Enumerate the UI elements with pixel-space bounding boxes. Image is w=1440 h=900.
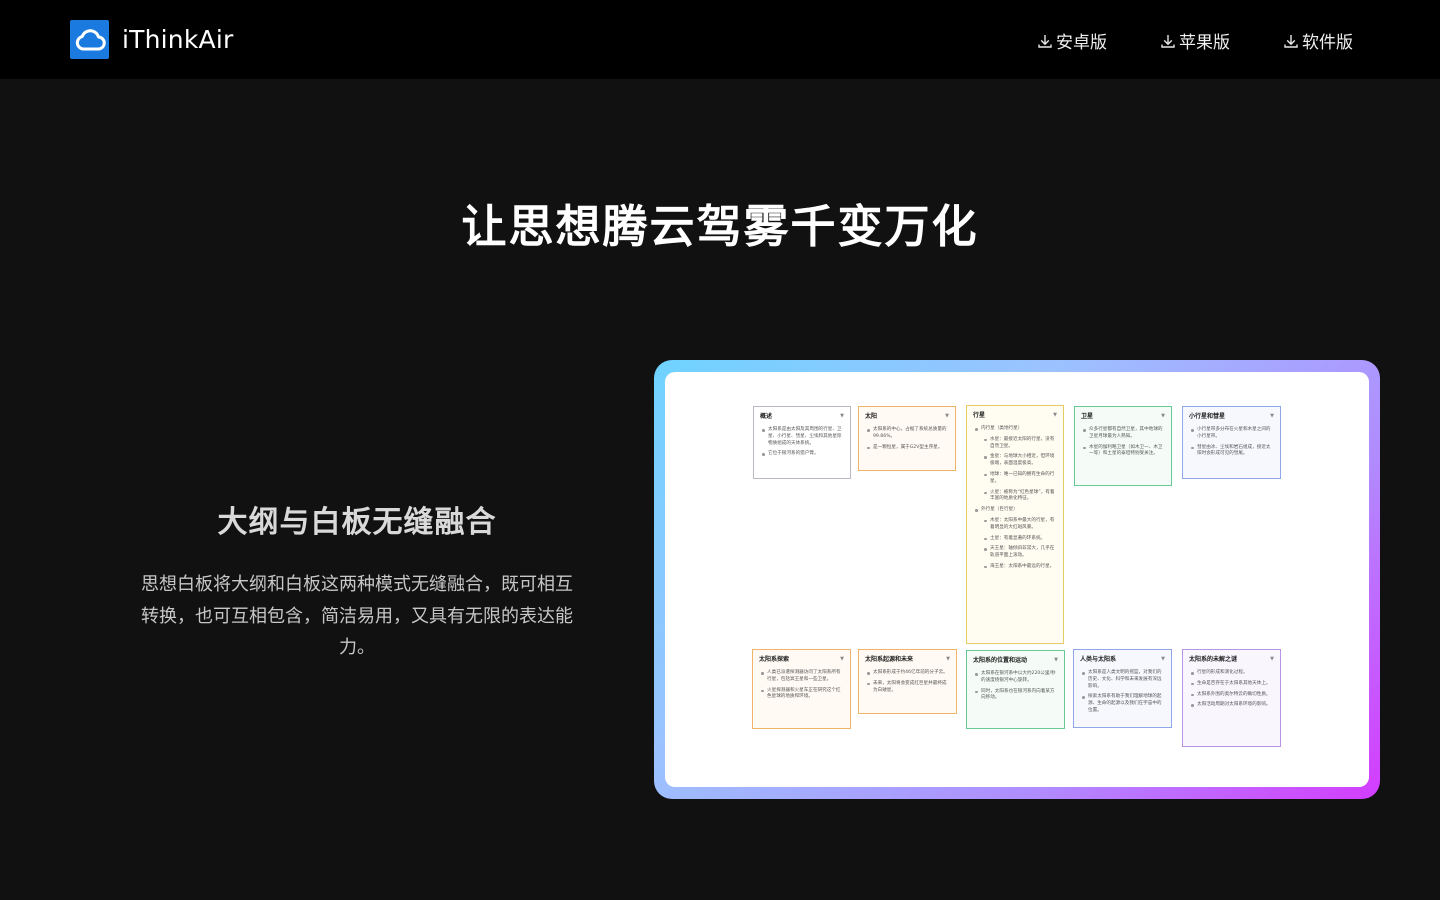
card-overview: 概述 ▼ 太阳系是由太阳及其周围的行星、卫星、小行星、彗星、尘埃和其他星际物质组成… <box>753 406 851 479</box>
card-item: 探索太阳系有助于我们理解地球的起源、生命的起源以及我们在宇宙中的位置。 <box>1082 694 1165 714</box>
brand-logo[interactable]: iThinkAir <box>70 20 233 59</box>
card-exploration: 太阳系探索 ▼ 人类已派遣探测器访问了太阳系所有行星，包括冥王星和一些卫星。 火星… <box>752 649 851 729</box>
card-item: 内行星（类地行星） <box>975 426 1057 433</box>
caret-down-icon: ▼ <box>1053 411 1057 418</box>
card-title: 人类与太阳系 <box>1080 656 1117 663</box>
card-item: 小行星带多分布在火星和木星之间的小行星带。 <box>1191 427 1274 441</box>
nav-android-download[interactable]: 安卓版 <box>1036 28 1107 53</box>
card-origin-future: 太阳系起源和未来 ▼ 太阳系形成于约46亿年前的分子云。 未来，太阳将会变成红巨星… <box>858 649 957 714</box>
caret-down-icon: ▼ <box>840 412 844 419</box>
nav-label: 苹果版 <box>1179 33 1230 53</box>
feature-title: 大纲与白板无缝融合 <box>217 505 497 540</box>
whiteboard-preview: 概述 ▼ 太阳系是由太阳及其周围的行星、卫星、小行星、彗星、尘埃和其他星际物质组成… <box>665 372 1369 787</box>
card-item: 同时，太阳系也在银河系内向着某方向移动。 <box>975 689 1058 703</box>
card-item: 行星的形成和演化过程。 <box>1191 670 1274 677</box>
card-item: 人类已派遣探测器访问了太阳系所有行星，包括冥王星和一些卫星。 <box>761 670 844 684</box>
card-title: 太阳系起源和未来 <box>865 656 914 663</box>
caret-down-icon: ▼ <box>1161 655 1165 662</box>
card-item: 木星的伽利略卫星（如木卫一、木卫一等）和土星的泰坦特别受关注。 <box>1083 445 1165 459</box>
showcase-frame: 概述 ▼ 太阳系是由太阳及其周围的行星、卫星、小行星、彗星、尘埃和其他星际物质组成… <box>654 360 1380 799</box>
caret-down-icon: ▼ <box>1054 656 1058 663</box>
card-title: 行星 <box>973 412 986 419</box>
card-item: 地球：唯一已知的拥有生命的行星。 <box>984 472 1057 486</box>
nav-ios-download[interactable]: 苹果版 <box>1159 28 1230 53</box>
caret-down-icon: ▼ <box>945 412 949 419</box>
card-satellites: 卫星 ▼ 众多行星都有自然卫星，其中地球的卫星月球最为人熟知。 木星的伽利略卫星（… <box>1074 406 1172 486</box>
card-item: 土星：有着显著的环系统。 <box>984 536 1057 543</box>
card-item: 生命是否存在于太阳系其他天体上。 <box>1191 681 1274 688</box>
card-humans-solar-system: 人类与太阳系 ▼ 太阳系是人类文明的摇篮，对我们的历史、文化、科学和未来发展有深远… <box>1073 649 1172 728</box>
card-planets: 行星 ▼ 内行星（类地行星） 水星：最接近太阳的行星，没有自然卫星。 金星：与地球… <box>966 405 1064 644</box>
download-icon <box>1284 34 1298 48</box>
card-mysteries: 太阳系的未解之谜 ▼ 行星的形成和演化过程。 生命是否存在于太阳系其他天体上。 太… <box>1182 649 1281 747</box>
card-asteroids-comets: 小行星和彗星 ▼ 小行星带多分布在火星和木星之间的小行星带。 彗星由冰、尘埃和岩石… <box>1182 406 1281 479</box>
card-title: 太阳系探索 <box>759 656 790 663</box>
card-item: 水星：最接近太阳的行星，没有自然卫星。 <box>984 437 1057 451</box>
card-title: 太阳系的未解之谜 <box>1189 656 1238 663</box>
card-item: 火星探测器和火星车正在研究这个红色星球的地质和环境。 <box>761 688 844 702</box>
card-title: 太阳 <box>865 413 878 420</box>
caret-down-icon: ▼ <box>1161 412 1165 419</box>
brand-name: iThinkAir <box>122 25 234 54</box>
card-title: 概述 <box>760 413 773 420</box>
cloud-icon <box>70 20 109 59</box>
download-icon <box>1038 34 1052 48</box>
hero-title: 让思想腾云驾雾千变万化 <box>461 200 979 253</box>
card-item: 太阳系外围的奥尔特云的确切性质。 <box>1191 692 1274 699</box>
nav-desktop-download[interactable]: 软件版 <box>1282 28 1353 53</box>
card-position-motion: 太阳系的位置和运动 ▼ 太阳系在银河系中以大约220公里/秒的速度绕银河中心旋转。… <box>966 650 1065 729</box>
card-item: 是一颗恒星，属于G2V型主序星。 <box>867 445 949 452</box>
card-item: 太阳系形成于约46亿年前的分子云。 <box>867 670 950 677</box>
card-item: 外行星（巨行星） <box>975 507 1057 514</box>
card-item: 众多行星都有自然卫星，其中地球的卫星月球最为人熟知。 <box>1083 427 1165 441</box>
caret-down-icon: ▼ <box>1270 412 1274 419</box>
card-item: 木星：太阳系中最大的行星，有着明显的大红斑风暴。 <box>984 518 1057 532</box>
nav-label: 软件版 <box>1302 33 1353 53</box>
card-sun: 太阳 ▼ 太阳系的中心，占据了系统总质量的99.86%。 是一颗恒星，属于G2V型… <box>858 406 956 471</box>
feature-description: 思想白板将大纲和白板这两种模式无缝融合，既可相互转换，也可互相包含，简洁易用，又… <box>141 574 573 658</box>
nav-label: 安卓版 <box>1056 33 1107 53</box>
caret-down-icon: ▼ <box>1270 655 1274 662</box>
caret-down-icon: ▼ <box>946 655 950 662</box>
caret-down-icon: ▼ <box>840 655 844 662</box>
card-item: 它位于银河系的猎户臂。 <box>762 451 844 458</box>
card-item: 彗星由冰、尘埃和岩石组成，接近太阳时会形成可见的彗尾。 <box>1191 445 1274 459</box>
card-title: 太阳系的位置和运动 <box>973 657 1028 664</box>
card-item: 金星：与地球大小相近，但环境极端，表面温度极高。 <box>984 454 1057 468</box>
card-item: 火星：被称为“红色星球”，有着丰富的地质化特征。 <box>984 490 1057 504</box>
card-item: 太阳活动周期对太阳系环境的影响。 <box>1191 702 1274 709</box>
card-item: 太阳系的中心，占据了系统总质量的99.86%。 <box>867 427 949 441</box>
card-item: 天王星：轴倾斜非常大，几乎在轨道平面上滚动。 <box>984 546 1057 560</box>
card-item: 未来，太阳将会变成红巨星并最终成为白矮星。 <box>867 681 950 695</box>
card-title: 卫星 <box>1081 413 1094 420</box>
top-navigation-bar: iThinkAir 安卓版 苹果版 软件版 <box>0 0 1440 79</box>
card-item: 太阳系在银河系中以大约220公里/秒的速度绕银河中心旋转。 <box>975 671 1058 685</box>
card-title: 小行星和彗星 <box>1189 413 1226 420</box>
card-item: 太阳系是人类文明的摇篮，对我们的历史、文化、科学和未来发展有深远影响。 <box>1082 670 1165 690</box>
card-item: 海王星：太阳系中最远的行星。 <box>984 564 1057 571</box>
download-icon <box>1161 34 1175 48</box>
card-item: 太阳系是由太阳及其周围的行星、卫星、小行星、彗星、尘埃和其他星际物质组成的天体系… <box>762 427 844 447</box>
